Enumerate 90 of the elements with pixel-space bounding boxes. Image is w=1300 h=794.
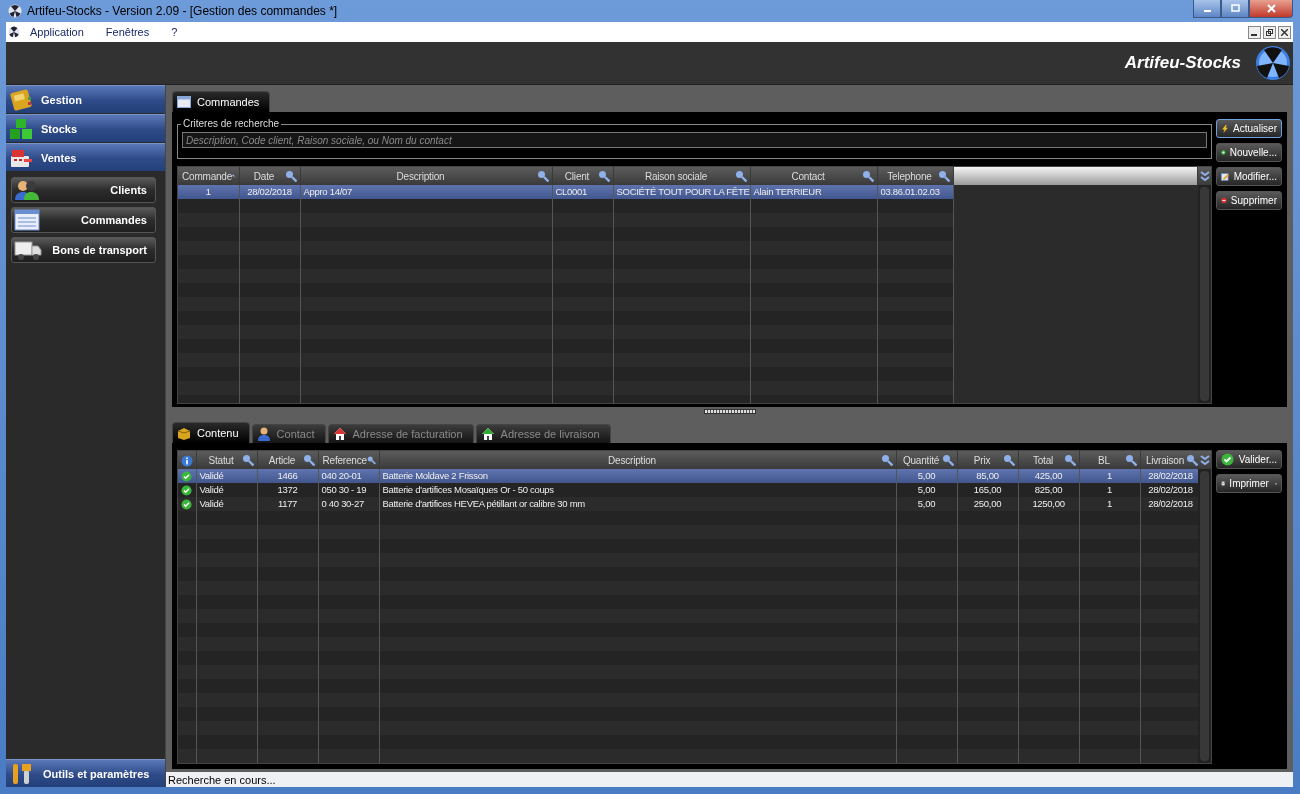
column-header[interactable]: Quantité <box>900 454 942 466</box>
close-icon <box>1266 4 1276 13</box>
tab-label: Adresse de livraison <box>500 428 600 441</box>
chevrons-icon[interactable] <box>1198 170 1211 182</box>
maximize-icon <box>1230 4 1240 13</box>
action-button[interactable]: Imprimer <box>1216 474 1282 494</box>
people-icon <box>14 179 40 201</box>
minimize-button[interactable] <box>1193 0 1221 18</box>
sidebar-item[interactable]: Bons de transport <box>11 237 156 263</box>
restore-icon <box>1266 28 1273 36</box>
column-header[interactable]: Telephone <box>881 170 938 182</box>
table-row[interactable]: Validé 1177 0 40 30-27 Batterie d'artifices HEVEA pétillant or calibre 30 mm 5,00 250,00 1250,00 1 28/02/2018 <box>178 497 1198 512</box>
tab[interactable]: Contact <box>251 424 326 444</box>
tab[interactable]: Contenu <box>172 422 250 444</box>
column-header[interactable]: Commande <box>182 170 233 182</box>
book-icon <box>9 88 33 111</box>
column-header[interactable]: Raison sociale <box>617 170 735 182</box>
menu-item[interactable]: Fenêtres <box>105 26 150 38</box>
column-header[interactable]: Statut <box>200 454 242 466</box>
close-icon <box>1281 28 1288 36</box>
section-label: Stocks <box>41 122 78 135</box>
list-icon <box>14 209 40 231</box>
item-label: Clients <box>110 184 147 196</box>
logo-icon <box>1255 45 1291 81</box>
house-icon <box>332 427 347 442</box>
table-row[interactable]: 1 28/02/2018 Appro 14/07 CL0001 SOCIÉTÉ TOUT POUR LA FÊTE Alain TERRIEUR 03.86.01.02.03 <box>178 185 1198 199</box>
person-icon <box>256 427 271 442</box>
window-icon <box>177 96 191 108</box>
tab-label: Adresse de facturation <box>352 428 463 441</box>
scrollbar[interactable] <box>1200 471 1209 762</box>
column-header[interactable]: Description <box>383 454 881 466</box>
chevrons-icon[interactable] <box>1198 454 1211 466</box>
sidebar-section[interactable]: Ventes <box>6 143 165 171</box>
column-header[interactable]: Total <box>1022 454 1064 466</box>
action-button[interactable]: Supprimer <box>1216 191 1282 210</box>
search-field[interactable]: Description, Code client, Raison sociale, ou Nom du contact <box>182 132 1207 148</box>
sidebar-section[interactable]: Stocks <box>6 114 165 142</box>
column-header[interactable]: Article <box>261 454 303 466</box>
info-icon <box>180 454 193 467</box>
check-icon <box>181 471 193 483</box>
mdi-minimize-button[interactable] <box>1248 25 1261 39</box>
tab-label: Contenu <box>197 427 239 440</box>
tab[interactable]: Commandes <box>172 91 271 112</box>
tab[interactable]: Adresse de livraison <box>475 424 611 444</box>
sidebar-item[interactable]: Clients <box>11 177 156 203</box>
column-header[interactable]: BL <box>1083 454 1125 466</box>
section-label: Gestion <box>41 93 82 106</box>
menu-item[interactable]: ? <box>171 26 178 38</box>
action-button[interactable]: Nouvelle... <box>1216 143 1282 162</box>
check-icon <box>181 485 193 497</box>
action-button[interactable]: Actualiser <box>1216 119 1282 138</box>
column-header[interactable]: Reference <box>322 454 367 466</box>
box-icon <box>177 426 191 440</box>
app-icon <box>8 4 22 18</box>
truck-icon <box>14 239 42 261</box>
table-row[interactable]: Validé 1372 050 30 - 19 Batterie d'artifices Mosaïques Or - 50 coups 5,00 165,00 825,00 1 28/02/2018 <box>178 483 1198 498</box>
brand-title: Artifeu-Stocks <box>1124 53 1241 73</box>
column-header[interactable]: Date <box>243 170 285 182</box>
window-title: Artifeu-Stocks - Version 2.09 - [Gestion des commandes *] <box>27 4 339 18</box>
sidebar-item[interactable]: Commandes <box>11 207 156 233</box>
app-icon <box>8 26 20 38</box>
tab[interactable]: Adresse de facturation <box>327 424 474 444</box>
splitter-handle[interactable] <box>703 409 756 415</box>
tab-label: Commandes <box>197 96 260 108</box>
section-label: Outils et paramètres <box>43 767 150 780</box>
check-icon <box>1221 453 1234 467</box>
column-header[interactable]: Prix <box>961 454 1003 466</box>
item-label: Commandes <box>80 214 147 226</box>
section-label: Ventes <box>41 151 77 164</box>
column-header[interactable]: Contact <box>754 170 862 182</box>
column-header[interactable]: Description <box>304 170 537 182</box>
cubes-icon <box>9 117 33 140</box>
tab-label: Contact <box>276 428 315 441</box>
item-label: Bons de transport <box>52 244 147 256</box>
maximize-button[interactable] <box>1221 0 1249 18</box>
menu-item[interactable]: Application <box>30 26 84 38</box>
check-icon <box>181 499 193 511</box>
sidebar-section[interactable]: Gestion <box>6 85 165 113</box>
sidebar-section[interactable]: Outils et paramètres <box>6 759 165 787</box>
column-header[interactable]: Client <box>556 170 598 182</box>
mdi-restore-button[interactable] <box>1263 25 1276 39</box>
mdi-close-button[interactable] <box>1278 25 1291 39</box>
table-row[interactable]: Validé 1466 040 20-01 Batterie Moldave 2 Frisson 5,00 85,00 425,00 1 28/02/2018 <box>178 469 1198 484</box>
column-header[interactable]: Livraison <box>1144 454 1186 466</box>
action-button[interactable]: Modifier... <box>1216 167 1282 186</box>
house-icon <box>480 427 495 442</box>
group-label: Criteres de recherche <box>181 118 282 129</box>
action-button[interactable]: Valider... <box>1216 450 1282 470</box>
status-bar: Recherche en cours... <box>166 772 1293 787</box>
close-button[interactable] <box>1249 0 1293 18</box>
